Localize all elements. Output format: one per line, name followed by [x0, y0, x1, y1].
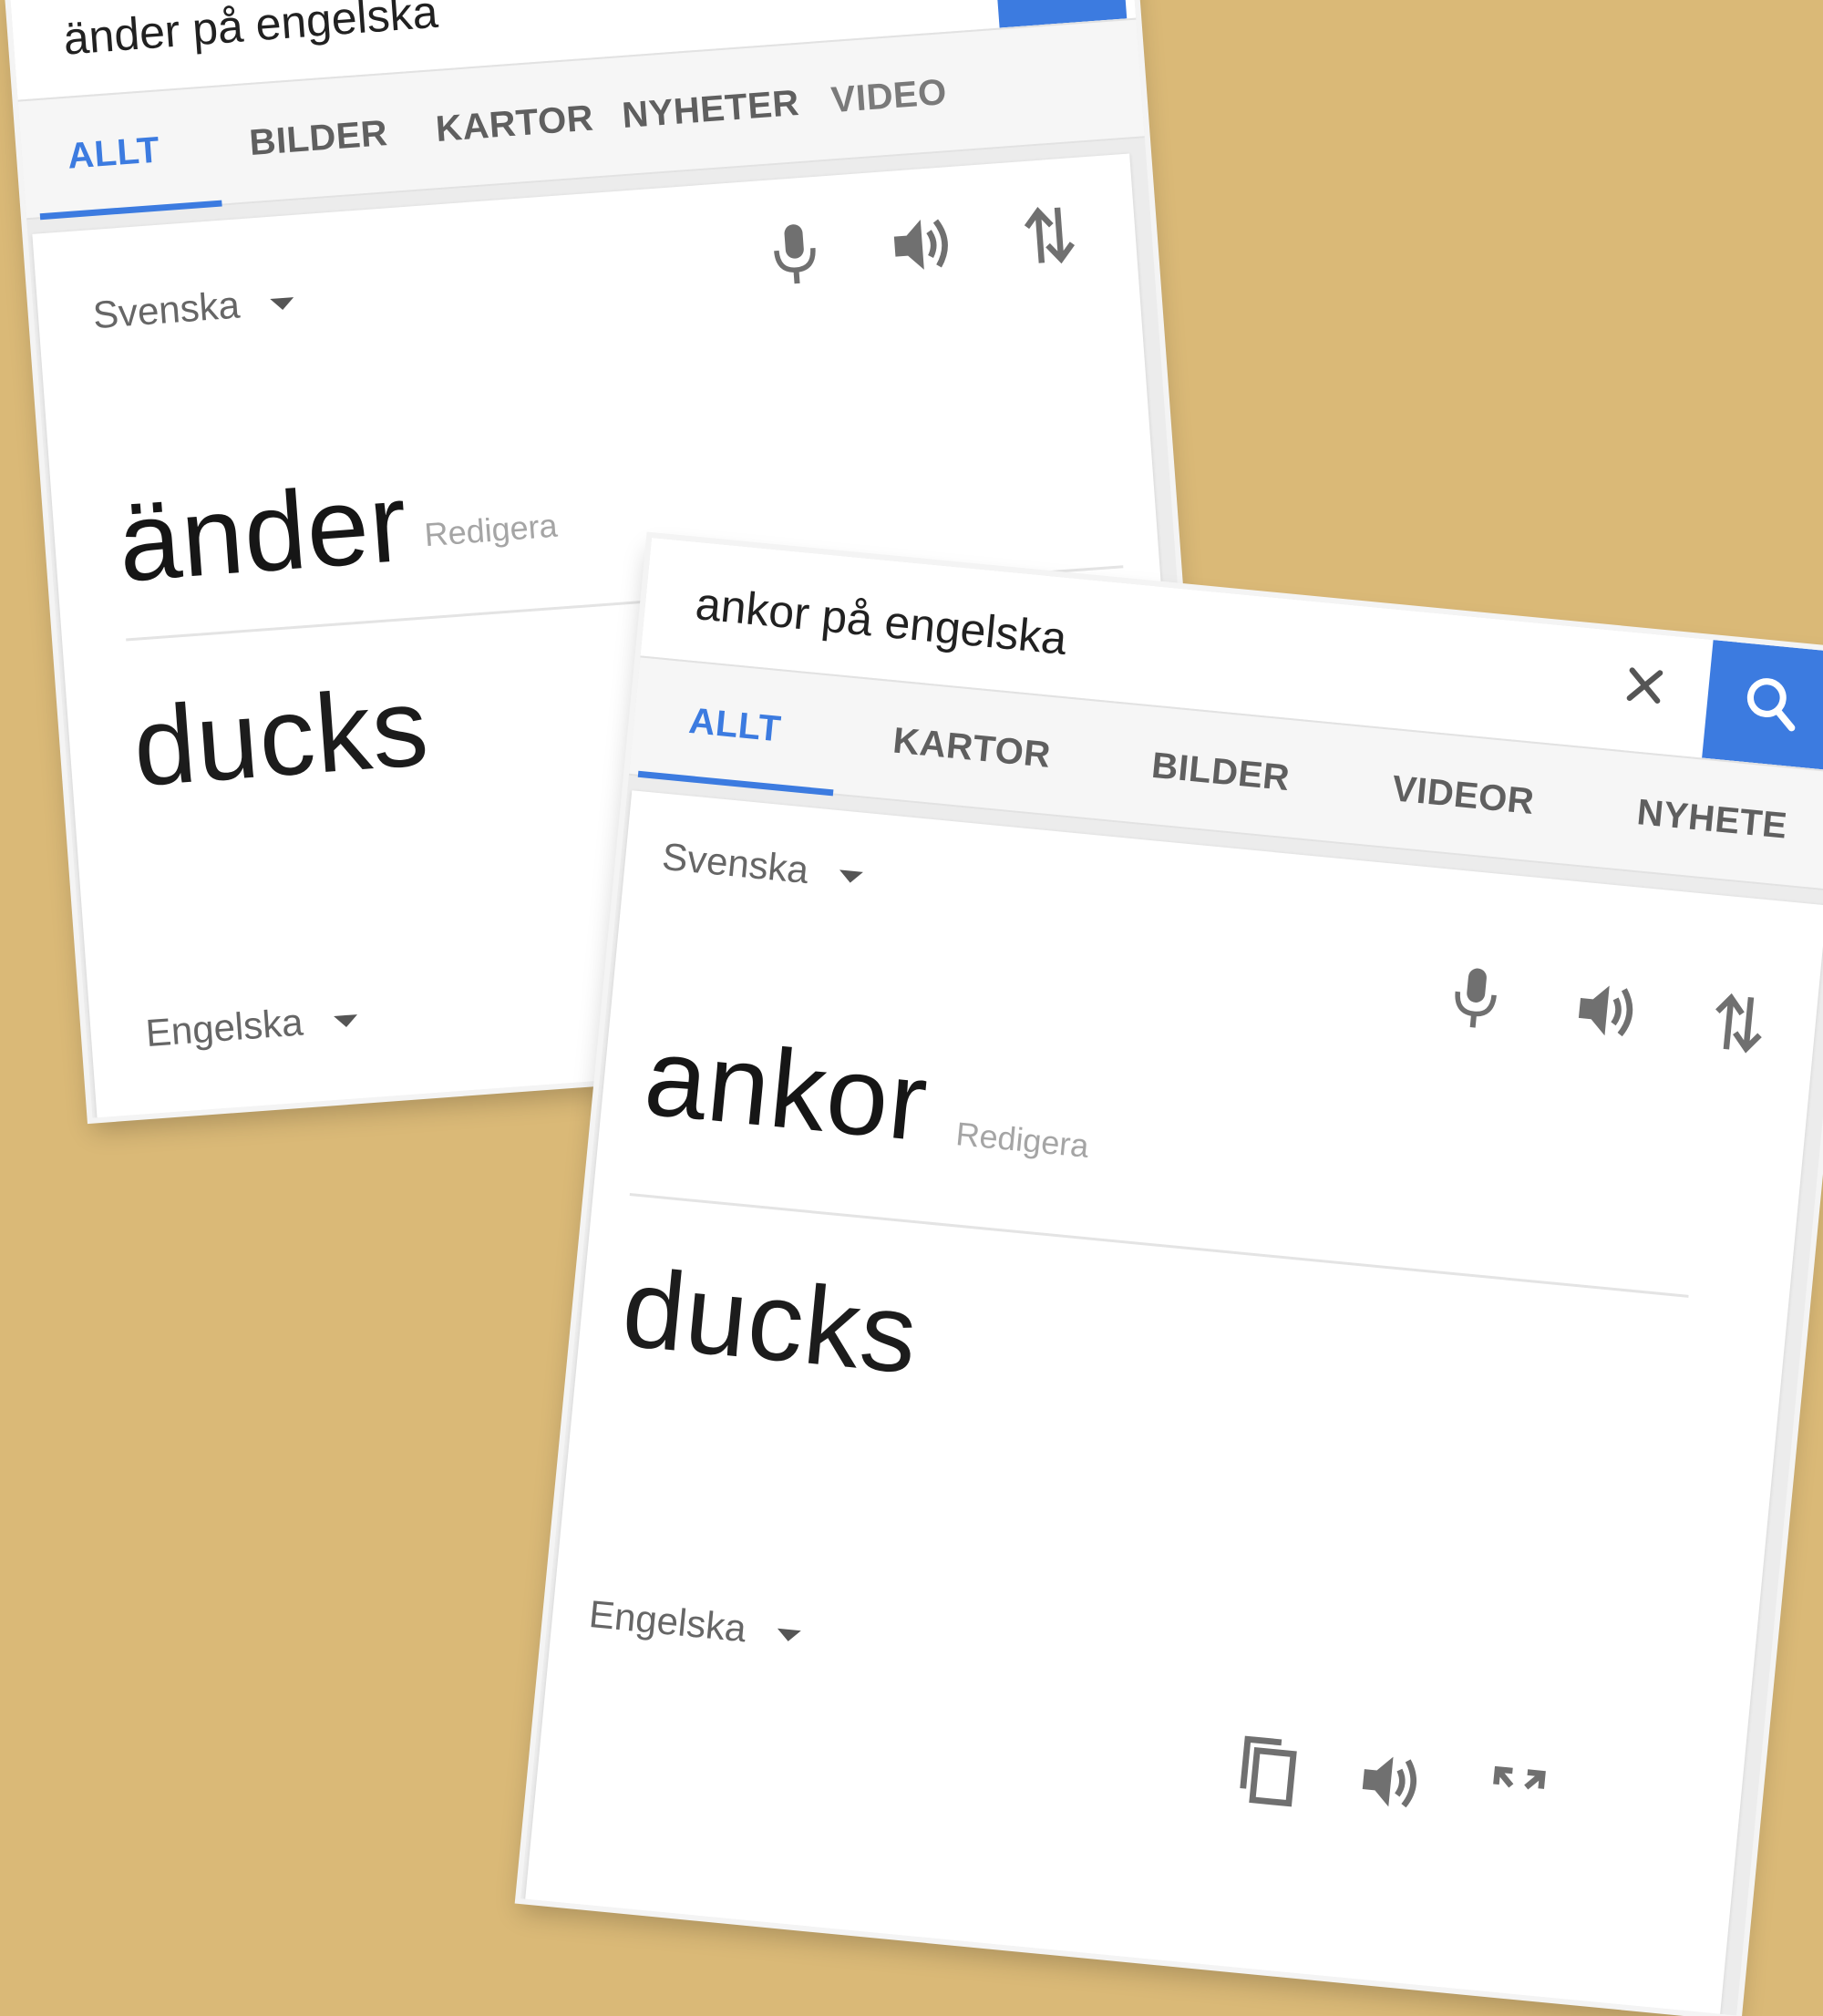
- translate-screenshot-2: ankor på engelska ALLT KARTOR BILDER VID…: [520, 538, 1823, 2016]
- chevron-down-icon: [838, 869, 863, 885]
- tab-video[interactable]: VIDEO: [829, 72, 948, 121]
- tab-kartor[interactable]: KARTOR: [891, 721, 1053, 777]
- search-input[interactable]: ankor på engelska: [694, 577, 1069, 665]
- edit-link[interactable]: Redigera: [954, 1115, 1090, 1166]
- search-button[interactable]: [1702, 640, 1823, 770]
- swap-icon[interactable]: [1007, 193, 1091, 277]
- edit-link[interactable]: Redigera: [423, 507, 559, 555]
- source-text[interactable]: ankor: [640, 1012, 933, 1166]
- target-language-label: Engelska: [144, 1000, 304, 1055]
- tab-allt[interactable]: ALLT: [687, 701, 783, 750]
- speaker-icon[interactable]: [1348, 1739, 1434, 1825]
- microphone-icon[interactable]: [1433, 955, 1519, 1041]
- source-language-select[interactable]: Svenska: [660, 835, 865, 898]
- translation-text: ducks: [129, 663, 433, 810]
- source-language-label: Svenska: [91, 283, 242, 337]
- tab-allt[interactable]: ALLT: [67, 129, 161, 177]
- microphone-icon[interactable]: [753, 212, 837, 296]
- copy-icon[interactable]: [1226, 1727, 1312, 1813]
- active-tab-indicator: [637, 770, 834, 797]
- tab-kartor[interactable]: KARTOR: [435, 98, 595, 151]
- translate-card: Svenska ankor Redigera ducks Engelska: [521, 790, 1823, 2016]
- source-text[interactable]: änder: [114, 458, 411, 607]
- tab-videor[interactable]: VIDEOR: [1390, 768, 1536, 823]
- source-language-select[interactable]: Svenska: [91, 279, 295, 337]
- speaker-icon[interactable]: [1564, 968, 1650, 1054]
- translation-text: ducks: [617, 1245, 923, 1397]
- target-language-label: Engelska: [587, 1591, 748, 1651]
- tab-bilder[interactable]: BILDER: [248, 113, 389, 164]
- search-input[interactable]: änder på engelska: [62, 0, 440, 66]
- chevron-down-icon: [333, 1014, 358, 1029]
- speaker-icon[interactable]: [881, 202, 964, 286]
- search-icon: [1738, 670, 1805, 740]
- tab-nyheter[interactable]: NYHETER: [621, 83, 800, 137]
- close-icon[interactable]: [1610, 651, 1679, 720]
- tab-nyheter[interactable]: NYHETE: [1635, 792, 1789, 848]
- tab-bilder[interactable]: BILDER: [1149, 746, 1291, 799]
- target-language-select[interactable]: Engelska: [587, 1592, 802, 1656]
- fullscreen-icon[interactable]: [1475, 1752, 1560, 1837]
- swap-icon[interactable]: [1696, 981, 1782, 1066]
- close-icon[interactable]: [892, 0, 961, 1]
- chevron-down-icon: [776, 1629, 801, 1643]
- chevron-down-icon: [270, 297, 295, 312]
- active-tab-indicator: [39, 200, 222, 221]
- target-language-select[interactable]: Engelska: [144, 996, 359, 1055]
- source-language-label: Svenska: [660, 834, 811, 892]
